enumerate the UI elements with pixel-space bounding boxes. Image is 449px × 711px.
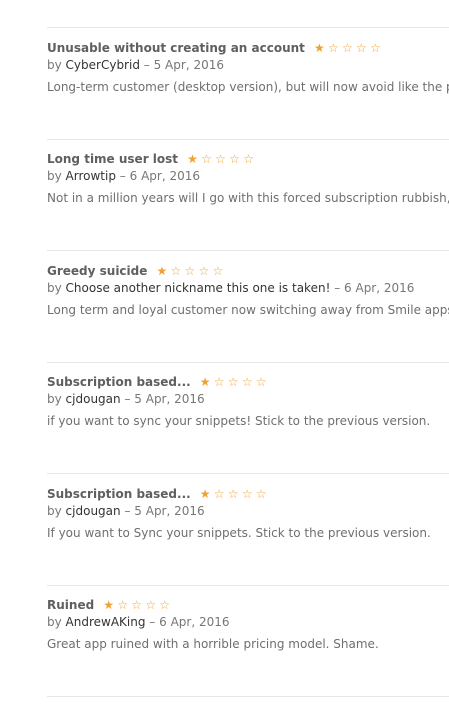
review-title: Ruined [47, 598, 95, 612]
review-divider [47, 27, 449, 28]
review-body: Long term and loyal customer now switchi… [47, 303, 449, 317]
review-byline: by AndrewAKing – 6 Apr, 2016 [47, 615, 230, 630]
empty-star-icon: ☆ [159, 598, 170, 612]
review-date: 5 Apr, 2016 [153, 58, 224, 72]
review-divider [47, 250, 449, 251]
filled-star-icon: ★ [199, 487, 211, 501]
review-author[interactable]: CyberCybrid [66, 58, 140, 72]
empty-star-icon: ☆ [117, 598, 128, 612]
review-title-line: Subscription based... ★ ☆ ☆ ☆ ☆ [47, 487, 268, 502]
empty-star-icon: ☆ [131, 598, 142, 612]
rating-stars: ★ ☆ ☆ ☆ ☆ [155, 264, 225, 279]
review-divider [47, 585, 449, 586]
empty-star-icon: ☆ [356, 41, 367, 55]
empty-star-icon: ☆ [212, 264, 223, 278]
review-author[interactable]: Choose another nickname this one is take… [66, 281, 331, 295]
rating-stars: ★ ☆ ☆ ☆ ☆ [185, 152, 255, 167]
review-author[interactable]: Arrowtip [66, 169, 116, 183]
rating-stars: ★ ☆ ☆ ☆ ☆ [101, 598, 171, 613]
rating-stars: ★ ☆ ☆ ☆ ☆ [312, 41, 382, 56]
review-title: Subscription based... [47, 487, 191, 501]
review-body: Long-term customer (desktop version), bu… [47, 80, 449, 94]
empty-star-icon: ☆ [370, 41, 381, 55]
review-divider [47, 473, 449, 474]
review-byline: by cjdougan – 5 Apr, 2016 [47, 392, 205, 407]
empty-star-icon: ☆ [184, 264, 195, 278]
review-body: If you want to Sync your snippets. Stick… [47, 526, 431, 540]
date-separator: – [124, 392, 131, 406]
review-byline: by CyberCybrid – 5 Apr, 2016 [47, 58, 224, 73]
empty-star-icon: ☆ [243, 152, 254, 166]
by-prefix: by [47, 615, 62, 629]
review-title: Long time user lost [47, 152, 179, 166]
empty-star-icon: ☆ [229, 152, 240, 166]
review-divider [47, 696, 449, 697]
review-divider [47, 139, 449, 140]
filled-star-icon: ★ [103, 598, 114, 612]
empty-star-icon: ☆ [227, 375, 239, 389]
empty-star-icon: ☆ [227, 487, 239, 501]
filled-star-icon: ★ [187, 152, 198, 166]
filled-star-icon: ★ [199, 375, 211, 389]
review-author[interactable]: cjdougan [66, 392, 121, 406]
review-body: if you want to sync your snippets! Stick… [47, 414, 431, 428]
rating-stars: ★ ☆ ☆ ☆ ☆ [198, 375, 268, 390]
review-author[interactable]: AndrewAKing [66, 615, 146, 629]
review-title: Unusable without creating an account [47, 41, 305, 55]
review-title-line: Unusable without creating an account ★ ☆ ☆… [47, 41, 382, 56]
review-date: 6 Apr, 2016 [159, 615, 230, 629]
filled-star-icon: ★ [156, 264, 167, 278]
date-separator: – [143, 58, 150, 72]
empty-star-icon: ☆ [213, 487, 225, 501]
empty-star-icon: ☆ [328, 41, 339, 55]
review-byline: by cjdougan – 5 Apr, 2016 [47, 504, 205, 519]
empty-star-icon: ☆ [213, 375, 225, 389]
review-date: 6 Apr, 2016 [129, 169, 201, 183]
empty-star-icon: ☆ [198, 264, 209, 278]
reviews-list: Unusable without creating an account ★ ☆ ☆… [47, 0, 449, 711]
empty-star-icon: ☆ [241, 487, 253, 501]
rating-stars: ★ ☆ ☆ ☆ ☆ [198, 487, 268, 502]
empty-star-icon: ☆ [241, 375, 253, 389]
review-byline: by Choose another nickname this one is t… [47, 281, 414, 296]
empty-star-icon: ☆ [255, 375, 267, 389]
filled-star-icon: ★ [314, 41, 325, 55]
empty-star-icon: ☆ [342, 41, 353, 55]
review-title-line: Ruined ★ ☆ ☆ ☆ ☆ [47, 598, 171, 613]
review-title: Subscription based... [47, 375, 191, 389]
date-separator: – [119, 169, 126, 183]
review-body: Great app ruined with a horrible pricing… [47, 637, 379, 651]
review-date: 5 Apr, 2016 [134, 392, 205, 406]
by-prefix: by [47, 392, 62, 406]
review-date: 5 Apr, 2016 [134, 504, 205, 518]
empty-star-icon: ☆ [215, 152, 226, 166]
empty-star-icon: ☆ [170, 264, 181, 278]
empty-star-icon: ☆ [255, 487, 267, 501]
review-title-line: Greedy suicide ★ ☆ ☆ ☆ ☆ [47, 264, 225, 279]
review-title-line: Long time user lost ★ ☆ ☆ ☆ ☆ [47, 152, 255, 167]
review-divider [47, 362, 449, 363]
date-separator: – [149, 615, 156, 629]
date-separator: – [124, 504, 131, 518]
review-title: Greedy suicide [47, 264, 148, 278]
by-prefix: by [47, 58, 62, 72]
review-author[interactable]: cjdougan [66, 504, 121, 518]
by-prefix: by [47, 169, 62, 183]
review-title-line: Subscription based... ★ ☆ ☆ ☆ ☆ [47, 375, 268, 390]
by-prefix: by [47, 504, 62, 518]
review-date: 6 Apr, 2016 [344, 281, 415, 295]
empty-star-icon: ☆ [145, 598, 156, 612]
review-byline: by Arrowtip – 6 Apr, 2016 [47, 169, 200, 184]
review-body: Not in a million years will I go with th… [47, 191, 449, 205]
date-separator: – [334, 281, 341, 295]
by-prefix: by [47, 281, 62, 295]
empty-star-icon: ☆ [201, 152, 212, 166]
